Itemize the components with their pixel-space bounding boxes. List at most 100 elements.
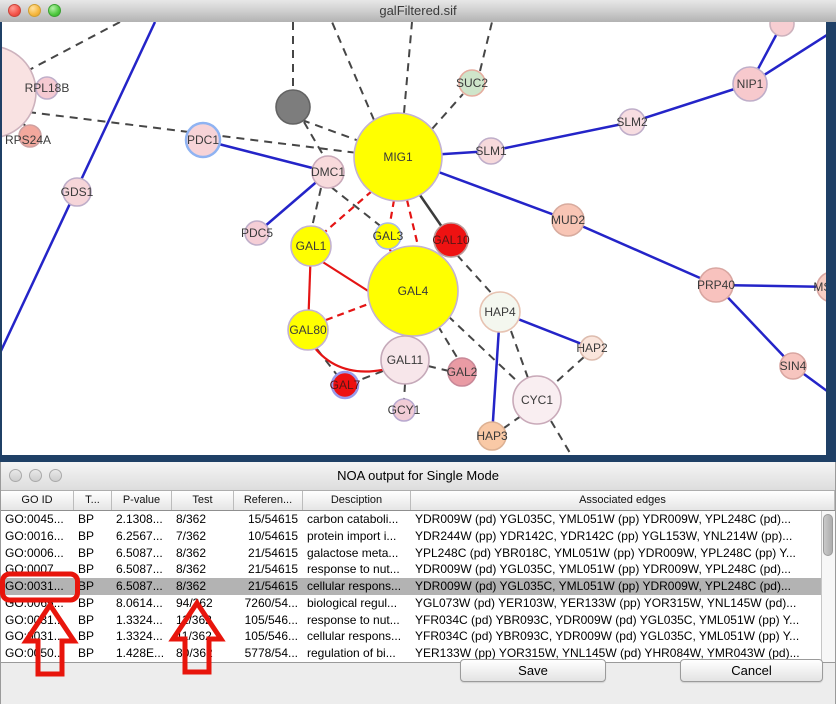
- column-header-desciption[interactable]: Desciption: [303, 491, 411, 510]
- scrollbar-thumb[interactable]: [823, 514, 833, 556]
- node-label: RPS24A: [5, 133, 51, 147]
- table-cell: galactose meta...: [303, 545, 411, 562]
- zoom-button[interactable]: [48, 4, 61, 17]
- network-titlebar[interactable]: galFiltered.sif: [0, 0, 836, 23]
- table-row[interactable]: GO:0031...BP1.3324...11/362105/546...cel…: [1, 628, 835, 645]
- node-SLM2[interactable]: SLM2: [616, 109, 648, 135]
- network-canvas[interactable]: RPL18BRPS24AGDS1PDC1PDC5DMC1MIG1SUC2SLM1…: [2, 22, 826, 455]
- table-row[interactable]: GO:0031...BP1.3324...11/362105/546...res…: [1, 612, 835, 629]
- vertical-scrollbar[interactable]: [821, 511, 835, 662]
- node-MIG1[interactable]: MIG1: [354, 113, 442, 201]
- node-GAL1[interactable]: GAL1: [291, 226, 331, 266]
- node-GAL10[interactable]: GAL10: [432, 223, 470, 257]
- column-header-go-id[interactable]: GO ID: [1, 491, 74, 510]
- node-label: PRP40: [697, 278, 735, 292]
- node-PDC1[interactable]: PDC1: [186, 123, 220, 157]
- network-graph[interactable]: RPL18BRPS24AGDS1PDC1PDC5DMC1MIG1SUC2SLM1…: [2, 22, 826, 455]
- cancel-button[interactable]: Cancel: [680, 659, 823, 682]
- node-label: SIN4: [780, 359, 807, 373]
- table-cell: 7/362: [172, 528, 234, 545]
- node-HAP4[interactable]: HAP4: [480, 292, 520, 332]
- node-label: GAL80: [289, 323, 327, 337]
- column-header-associated-edges[interactable]: Associated edges: [411, 491, 835, 510]
- table-cell: 1.3324...: [112, 628, 172, 645]
- table-cell: BP: [74, 628, 112, 645]
- node-GAL2[interactable]: GAL2: [447, 358, 478, 386]
- node-MUD2[interactable]: MUD2: [551, 204, 585, 236]
- node-label: GAL3: [373, 229, 404, 243]
- node-MSI[interactable]: MSI: [813, 272, 826, 302]
- table-cell: GO:0065...: [1, 595, 74, 612]
- node-label: CYC1: [521, 393, 553, 407]
- node-label: SLM2: [616, 115, 648, 129]
- table-cell: 2.1308...: [112, 511, 172, 528]
- table-cell: 8/362: [172, 545, 234, 562]
- minimize-button[interactable]: [29, 469, 42, 482]
- node-DMC1[interactable]: DMC1: [311, 156, 345, 188]
- network-edge: [326, 303, 371, 320]
- node-label: GAL2: [447, 365, 478, 379]
- network-edge: [438, 326, 458, 359]
- node-label: PDC5: [241, 226, 273, 240]
- node-CYC1[interactable]: CYC1: [513, 376, 561, 424]
- node-GDS1[interactable]: GDS1: [61, 178, 94, 206]
- table-cell: 11/362: [172, 628, 234, 645]
- column-header-referen[interactable]: Referen...: [234, 491, 303, 510]
- table-row[interactable]: GO:0006...BP6.5087...8/36221/54615galact…: [1, 545, 835, 562]
- table-cell: 1.428E...: [112, 645, 172, 662]
- node-HAP3[interactable]: HAP3: [476, 422, 508, 450]
- network-edge: [457, 255, 494, 296]
- noa-titlebar[interactable]: NOA output for Single Mode: [1, 462, 835, 491]
- node-SLM1[interactable]: SLM1: [475, 138, 507, 164]
- network-frame: RPL18BRPS24AGDS1PDC1PDC5DMC1MIG1SUC2SLM1…: [0, 22, 836, 462]
- node-NIP1[interactable]: NIP1: [733, 67, 767, 101]
- column-header-t[interactable]: T...: [74, 491, 112, 510]
- close-button[interactable]: [8, 4, 21, 17]
- minimize-button[interactable]: [28, 4, 41, 17]
- close-button[interactable]: [9, 469, 22, 482]
- node-GAL3[interactable]: GAL3: [373, 223, 404, 249]
- table-cell: 1.3324...: [112, 612, 172, 629]
- table-row[interactable]: GO:0016...BP6.2567...7/36210/54615protei…: [1, 528, 835, 545]
- node-GAL80[interactable]: GAL80: [288, 310, 328, 350]
- table-cell: GO:0031...: [1, 628, 74, 645]
- table-cell: YFR034C (pd) YBR093C, YDR009W (pd) YGL03…: [411, 628, 821, 645]
- node-GCY1[interactable]: GCY1: [388, 399, 421, 421]
- noa-output-window: NOA output for Single Mode GO IDT...P-va…: [0, 462, 836, 704]
- node-GAL4[interactable]: GAL4: [368, 246, 458, 336]
- node-GAL11[interactable]: GAL11: [381, 336, 429, 384]
- table-row[interactable]: GO:0065...BP8.0614...94/3627260/54...bio…: [1, 595, 835, 612]
- table-cell: GO:0006...: [1, 545, 74, 562]
- node-label: GCY1: [388, 403, 421, 417]
- table-cell: 105/546...: [234, 612, 303, 629]
- node-label: SUC2: [456, 76, 488, 90]
- node-SUC2[interactable]: SUC2: [456, 70, 488, 96]
- save-button[interactable]: Save: [460, 659, 606, 682]
- traffic-lights-inactive: [9, 469, 62, 482]
- network-edge: [554, 357, 584, 384]
- node-label: DMC1: [311, 165, 345, 179]
- node-cut-top[interactable]: [770, 22, 794, 36]
- zoom-button[interactable]: [49, 469, 62, 482]
- table-cell: 6.5087...: [112, 545, 172, 562]
- table-row[interactable]: GO:0045...BP2.1308...8/36215/54615carbon…: [1, 511, 835, 528]
- table-cell: 5778/54...: [234, 645, 303, 662]
- column-header-p-value[interactable]: P-value: [112, 491, 172, 510]
- node-HAP2[interactable]: HAP2: [576, 336, 608, 360]
- network-edge: [480, 22, 492, 71]
- node-label: GAL4: [398, 284, 429, 298]
- node-SIN4[interactable]: SIN4: [780, 353, 807, 379]
- node-label: GAL10: [432, 233, 470, 247]
- node-PRP40[interactable]: PRP40: [697, 268, 735, 302]
- table-row[interactable]: GO:0007...BP6.5087...8/36221/54615respon…: [1, 561, 835, 578]
- node-unnamed-gray[interactable]: [276, 90, 310, 124]
- table-row[interactable]: GO:0031...BP6.5087...8/36221/54615cellul…: [1, 578, 835, 595]
- table-cell: cellular respons...: [303, 628, 411, 645]
- network-edge: [551, 421, 573, 455]
- table-cell: YGL073W (pd) YER103W, YER133W (pp) YOR31…: [411, 595, 821, 612]
- node-label: GAL11: [387, 353, 424, 367]
- node-GAL7[interactable]: GAL7: [330, 372, 361, 398]
- network-edge: [304, 122, 326, 160]
- column-header-test[interactable]: Test: [172, 491, 234, 510]
- network-edge: [203, 140, 328, 172]
